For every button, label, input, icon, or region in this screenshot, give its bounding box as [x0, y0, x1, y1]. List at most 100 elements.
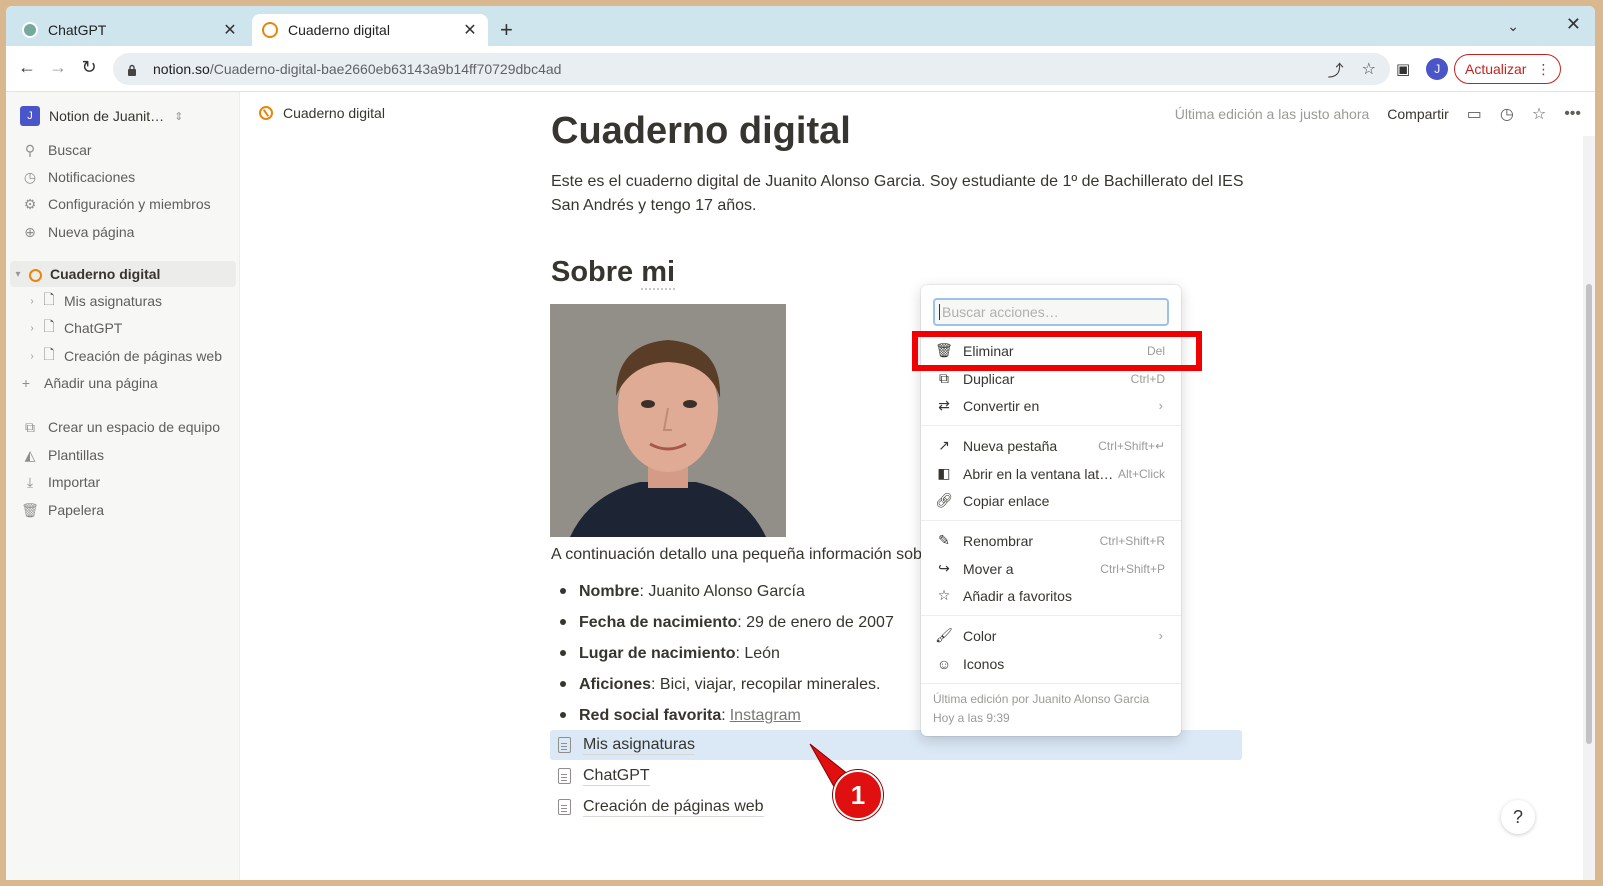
section-heading[interactable]: Sobre mi — [551, 256, 676, 290]
chevron-down-icon[interactable]: ⌄ — [1507, 18, 1519, 35]
intro-paragraph[interactable]: Este es el cuaderno digital de Juanito A… — [551, 170, 1251, 218]
more-icon[interactable]: ••• — [1564, 105, 1581, 123]
menu-item-convert[interactable]: ⇄ Convertir en › — [929, 392, 1173, 419]
page-header: Cuaderno digital Última edición a las ju… — [241, 92, 1595, 136]
scrollbar-thumb[interactable] — [1586, 284, 1592, 744]
sidebar-item-settings[interactable]: ⚙ Configuración y miembros — [20, 192, 211, 216]
chevron-down-icon[interactable]: ▾ — [10, 269, 26, 280]
gear-icon: ⚙ — [23, 195, 37, 212]
list-item[interactable]: Lugar de nacimiento: León — [551, 638, 894, 669]
info-lead-text[interactable]: A continuación detallo una pequeña infor… — [551, 546, 936, 564]
sidebar-item-import[interactable]: ⤓ Importar — [20, 470, 100, 494]
menu-item-new-tab[interactable]: ↗ Nueva pestaña Ctrl+Shift+↵ — [929, 432, 1173, 459]
breadcrumb[interactable]: Cuaderno digital — [259, 105, 385, 121]
sidebar-item-templates[interactable]: ◭ Plantillas — [20, 443, 104, 467]
fact-value: : — [721, 706, 726, 724]
chevron-right-icon[interactable]: › — [24, 351, 40, 362]
chatgpt-icon — [22, 22, 38, 38]
last-edited-text: Última edición a las justo ahora — [1174, 106, 1370, 122]
close-icon[interactable]: ✕ — [222, 20, 238, 40]
page-icon: 🗋 — [43, 318, 55, 334]
sidebar-page-chatgpt[interactable]: › 🗋 ChatGPT — [10, 315, 236, 341]
page-icon — [558, 768, 571, 784]
sidebar-item-search[interactable]: ⚲ Buscar — [20, 138, 92, 162]
workspace-name: Notion de Juanit… — [49, 108, 165, 124]
fact-value: : Bici, viajar, recopilar minerales. — [651, 675, 881, 693]
help-button[interactable]: ? — [1501, 800, 1535, 834]
subpage-link-chatgpt[interactable]: ChatGPT — [550, 761, 1242, 791]
bookmark-star-icon[interactable]: ☆ — [1362, 59, 1376, 79]
sidebar-page-asignaturas[interactable]: › 🗋 Mis asignaturas — [10, 288, 236, 314]
menu-item-copy-link[interactable]: 🔗︎ Copiar enlace — [929, 487, 1173, 514]
chevron-right-icon[interactable]: › — [24, 296, 40, 307]
workspace-switcher[interactable]: J Notion de Juanit… ⇕ — [20, 106, 183, 126]
menu-item-label: Convertir en — [963, 397, 1040, 414]
menu-item-shortcut: Ctrl+D — [1130, 371, 1165, 386]
menu-item-label: Nueva pestaña — [963, 437, 1058, 454]
sidebar-add-page[interactable]: + Añadir una página — [16, 371, 158, 395]
history-icon[interactable]: ◷ — [1500, 104, 1514, 124]
instagram-link[interactable]: Instagram — [730, 707, 801, 725]
subpage-label: Creación de páginas web — [583, 797, 764, 817]
sidebar-item-team[interactable]: ⧉ Crear un espacio de equipo — [20, 415, 220, 439]
reload-icon[interactable]: ↻ — [78, 57, 100, 78]
compass-icon — [26, 266, 44, 282]
page-title[interactable]: Cuaderno digital — [551, 110, 851, 153]
address-bar[interactable]: notion.so/Cuaderno-digital-bae2660eb6314… — [113, 53, 1390, 85]
tab-cuaderno[interactable]: Cuaderno digital ✕ — [252, 14, 488, 46]
profile-avatar[interactable]: J — [1426, 58, 1449, 80]
fact-key: Red social favorita — [579, 706, 722, 724]
profile-photo[interactable] — [550, 304, 786, 537]
tab-bar: ChatGPT ✕ Cuaderno digital ✕ + ⌄ ✕ — [6, 6, 1595, 46]
page-scrollbar[interactable] — [1583, 136, 1595, 880]
menu-item-favorite[interactable]: ☆ Añadir a favoritos — [929, 582, 1173, 609]
new-tab-button[interactable]: + — [500, 17, 513, 43]
list-item[interactable]: Aficiones: Bici, viajar, recopilar miner… — [551, 669, 894, 700]
menu-item-side-panel[interactable]: ◧ Abrir en la ventana lat… Alt+Click — [929, 460, 1173, 487]
list-item[interactable]: Red social favorita: Instagram — [551, 700, 894, 731]
comment-icon[interactable]: ▭ — [1467, 104, 1482, 124]
sidebar-item-label: Nueva página — [48, 224, 135, 240]
share-icon[interactable]: ⤴ — [1328, 57, 1344, 81]
edit-icon: ✎ — [938, 532, 950, 548]
arrow-up-right-icon: ↗ — [938, 437, 950, 453]
menu-item-rename[interactable]: ✎ Renombrar Ctrl+Shift+R — [929, 527, 1173, 554]
update-button[interactable]: Actualizar ⋮ — [1454, 54, 1562, 84]
smile-icon: ☺ — [936, 655, 952, 672]
share-button[interactable]: Compartir — [1387, 106, 1448, 122]
sidebar-page-label: Cuaderno digital — [50, 266, 161, 282]
download-icon: ⤓ — [26, 473, 34, 490]
sidebar-item-notifications[interactable]: ◷ Notificaciones — [20, 165, 135, 189]
menu-item-icons[interactable]: ☺ Iconos — [929, 650, 1173, 677]
window-close-icon[interactable]: ✕ — [1566, 14, 1581, 35]
forward-icon[interactable]: → — [47, 57, 69, 78]
sidebar-item-trash[interactable]: 🗑 Papelera — [20, 498, 104, 522]
subpage-link-web[interactable]: Creación de páginas web — [550, 792, 1242, 822]
sidebar-page-label: Creación de páginas web — [64, 348, 222, 364]
url-host: notion.so — [153, 61, 210, 77]
list-item[interactable]: Fecha de nacimiento: 29 de enero de 2007 — [551, 607, 894, 638]
sidebar-page-cuaderno[interactable]: ▾ Cuaderno digital — [10, 261, 236, 287]
search-actions-input[interactable]: Buscar acciones… — [933, 298, 1169, 326]
trash-icon: 🗑 — [21, 501, 39, 518]
menu-item-shortcut: Alt+Click — [1117, 466, 1165, 481]
breadcrumb-label: Cuaderno digital — [283, 105, 385, 121]
browser-toolbar: ← → ↻ notion.so/Cuaderno-digital-bae2660… — [6, 46, 1595, 92]
sidebar-item-new-page[interactable]: ⊕ Nueva página — [20, 220, 134, 244]
chevron-right-icon[interactable]: › — [24, 323, 40, 334]
workspace-avatar: J — [20, 106, 40, 126]
fact-value: : León — [735, 644, 780, 662]
sidebar-page-web[interactable]: › 🗋 Creación de páginas web — [10, 343, 236, 369]
back-icon[interactable]: ← — [16, 57, 38, 78]
tab-chatgpt[interactable]: ChatGPT ✕ — [12, 14, 248, 46]
browser-window: ChatGPT ✕ Cuaderno digital ✕ + ⌄ ✕ ← → ↻… — [6, 6, 1595, 880]
menu-item-color[interactable]: 🖌︎ Color › — [929, 622, 1173, 649]
menu-item-move[interactable]: ↪ Mover a Ctrl+Shift+P — [929, 555, 1173, 582]
star-icon[interactable]: ☆ — [1532, 104, 1546, 124]
close-icon[interactable]: ✕ — [462, 20, 478, 40]
highlight-box — [912, 331, 1202, 371]
list-item[interactable]: Nombre: Juanito Alonso García — [551, 576, 894, 607]
heading-text: Sobre — [551, 256, 642, 288]
side-panel-icon[interactable]: ▣ — [1396, 60, 1410, 78]
subpage-label: ChatGPT — [583, 766, 650, 786]
